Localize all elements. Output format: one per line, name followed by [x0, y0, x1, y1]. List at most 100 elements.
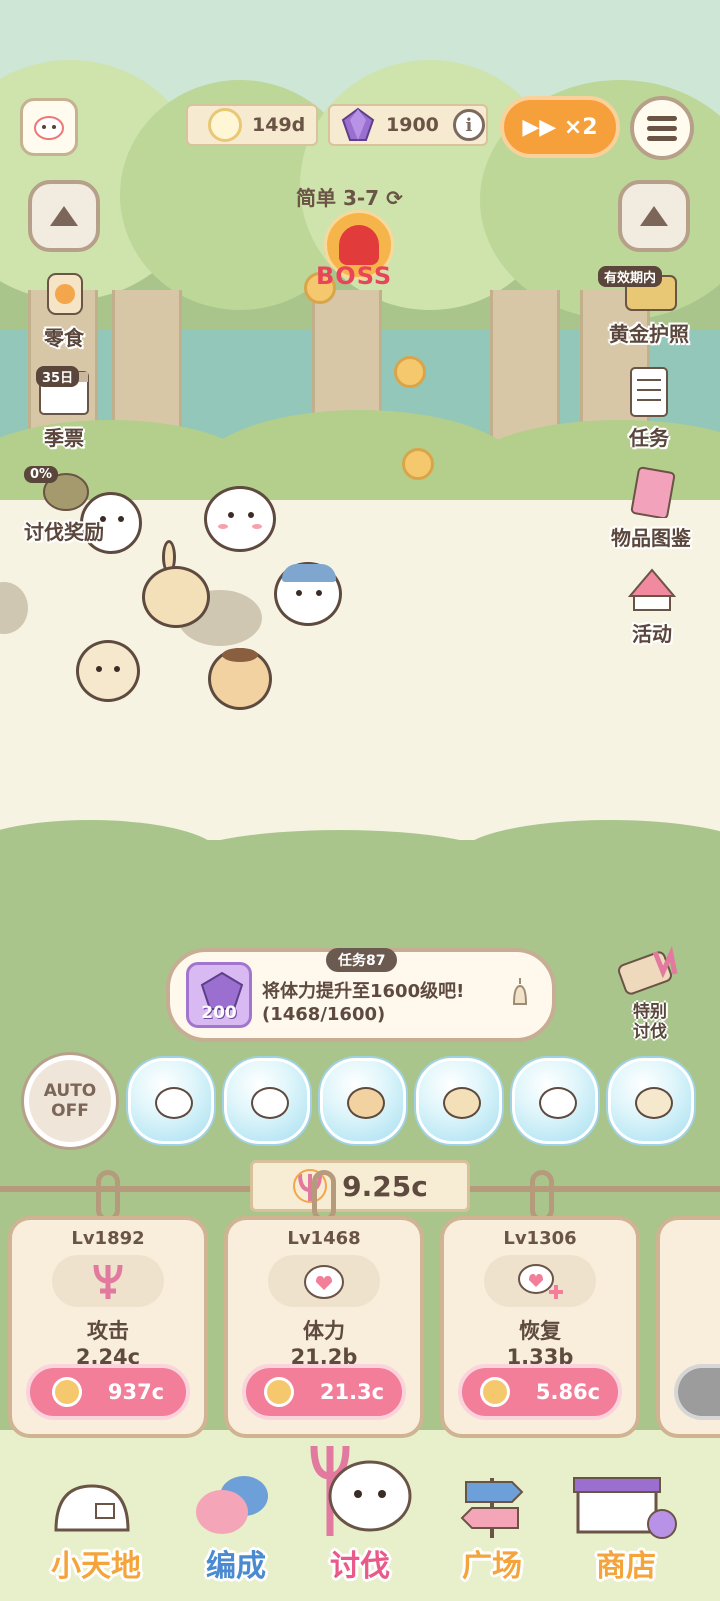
total-power-value: 9.25c	[342, 1169, 428, 1203]
skill-bubble-rakko[interactable]	[608, 1058, 694, 1144]
card-level: Lv1306	[503, 1228, 577, 1249]
character-chiikawa	[200, 480, 280, 560]
signpost-icon	[460, 1478, 524, 1538]
upgrade-card-stamina: Lv1468 体力 21.2b 21.3c	[224, 1216, 424, 1438]
card-clip	[312, 1170, 336, 1222]
skill-bubble-momonga[interactable]	[512, 1058, 598, 1144]
circus-tent-icon	[627, 568, 677, 611]
hachiware-icon	[155, 1087, 193, 1119]
scroll-up-left-button[interactable]	[28, 180, 100, 252]
upgrade-card-recovery: Lv1306 恢复 1.33b 5.86c	[440, 1216, 640, 1438]
snack-bag-icon	[47, 273, 83, 315]
quest-description: 将体力提升至1600级吧! (1468/1600)	[262, 980, 464, 1026]
chiikawa-trident-icon	[310, 1445, 412, 1536]
upgrade-stamina-button[interactable]: 21.3c	[242, 1364, 406, 1420]
character-kurimanju	[206, 646, 276, 716]
season-days-badge: 35日	[36, 366, 80, 387]
auto-skill-toggle[interactable]: AUTO OFF	[24, 1055, 116, 1147]
card-stat-name: 恢复	[519, 1319, 561, 1343]
nav-home[interactable]: 小天地	[26, 1460, 166, 1601]
gem-counter: 1900 i	[328, 104, 488, 146]
refresh-icon[interactable]: ⟳	[386, 186, 403, 210]
coin-drop	[394, 356, 426, 388]
upgrade-card-partial	[656, 1216, 720, 1438]
trident-icon	[93, 1264, 123, 1299]
list-menu-icon	[647, 111, 677, 146]
rakko-icon	[635, 1087, 673, 1119]
coin-amount: 149d	[252, 114, 306, 136]
coin-icon	[263, 1377, 294, 1407]
momonga-icon	[539, 1087, 577, 1119]
nav-raid[interactable]: 讨伐	[290, 1436, 430, 1601]
bell-icon	[512, 978, 528, 1005]
skill-bubble-kurimanju[interactable]	[320, 1058, 406, 1144]
total-power-plank: 9.25c	[250, 1160, 470, 1212]
boss-label: BOSS	[316, 262, 393, 290]
team-faces-icon	[196, 1476, 268, 1534]
tasks-menu-item[interactable]: 任务	[604, 366, 694, 451]
golden-passport-menu-item[interactable]: 有效期内 黄金护照	[594, 262, 704, 347]
season-pass-menu-item[interactable]: 35日 季票	[14, 364, 114, 451]
house-icon	[54, 1484, 130, 1532]
card-clip	[96, 1170, 120, 1222]
character-hachiware	[272, 556, 346, 632]
upgrade-locked-button[interactable]	[674, 1364, 720, 1420]
shop-icon	[573, 1477, 677, 1539]
nav-shop[interactable]: 商店	[556, 1460, 696, 1601]
book-icon	[630, 466, 676, 520]
skill-bubble-chiikawa[interactable]	[224, 1058, 310, 1144]
raid-reward-menu-item[interactable]: 0% 讨伐奖励	[14, 462, 114, 545]
stage-label: 简单 3-7 ⟳	[296, 186, 403, 210]
nav-team[interactable]: 编成	[166, 1460, 306, 1601]
snack-menu-item[interactable]: 零食	[24, 262, 104, 351]
card-level: Lv1892	[71, 1228, 145, 1249]
info-icon[interactable]: i	[452, 109, 485, 141]
coin-icon	[479, 1377, 510, 1407]
speed-toggle-button[interactable]: ▶▶ ×2	[500, 96, 620, 158]
coin-icon	[51, 1377, 82, 1407]
heart-plus-icon	[518, 1264, 563, 1299]
nav-plaza[interactable]: 广场	[422, 1460, 562, 1601]
upgrade-card-attack: Lv1892 攻击 2.24c 937c	[8, 1216, 208, 1438]
kurimanju-icon	[347, 1087, 385, 1119]
card-stat-name: 攻击	[87, 1319, 129, 1343]
coin-counter: 149d	[186, 104, 318, 146]
quest-number-tag: 任务87	[326, 948, 398, 972]
character-usagi	[140, 540, 214, 636]
skill-bubble-hachiware[interactable]	[128, 1058, 214, 1144]
gem-amount: 1900	[386, 114, 439, 136]
upgrade-attack-button[interactable]: 937c	[26, 1364, 190, 1420]
raid-reward-badge: 0%	[24, 466, 59, 483]
arrow-up-icon	[50, 206, 78, 226]
quest-goal: 将体力提升至1600级吧!	[262, 981, 465, 1002]
checklist-icon	[630, 367, 668, 417]
chiikawa-face-icon	[34, 116, 64, 140]
scroll-up-right-button[interactable]	[618, 180, 690, 252]
usagi-icon	[443, 1087, 481, 1119]
coin-drop	[402, 448, 434, 480]
card-level: Lv1468	[287, 1228, 361, 1249]
card-clip	[530, 1170, 554, 1222]
upgrade-recovery-button[interactable]: 5.86c	[458, 1364, 622, 1420]
chiikawa-icon	[251, 1087, 289, 1119]
coin-icon	[208, 108, 242, 142]
validity-badge: 有效期内	[598, 266, 663, 287]
quest-banner[interactable]: 任务87 200 将体力提升至1600级吧! (1468/1600)	[166, 948, 556, 1042]
bottom-navigation: 小天地 编成 讨伐 广场 商店	[0, 1445, 720, 1601]
profile-button[interactable]	[20, 98, 78, 156]
card-stat-name: 体力	[303, 1319, 345, 1343]
gem-icon	[341, 107, 375, 141]
item-catalog-menu-item[interactable]: 物品图鉴	[596, 466, 706, 551]
menu-button[interactable]	[630, 96, 694, 160]
quest-reward-amount: 200	[201, 1003, 237, 1023]
skill-bubble-usagi[interactable]	[416, 1058, 502, 1144]
siren-icon	[339, 225, 379, 265]
special-raid-button[interactable]: 特别 讨伐	[608, 944, 692, 1042]
quest-reward: 200	[186, 962, 252, 1028]
special-raid-icon	[618, 945, 678, 995]
heart-bear-icon	[304, 1265, 344, 1299]
arrow-up-icon	[640, 206, 668, 226]
bush	[180, 830, 500, 890]
event-menu-item[interactable]: 活动	[610, 566, 694, 647]
character-rakko	[74, 638, 144, 708]
